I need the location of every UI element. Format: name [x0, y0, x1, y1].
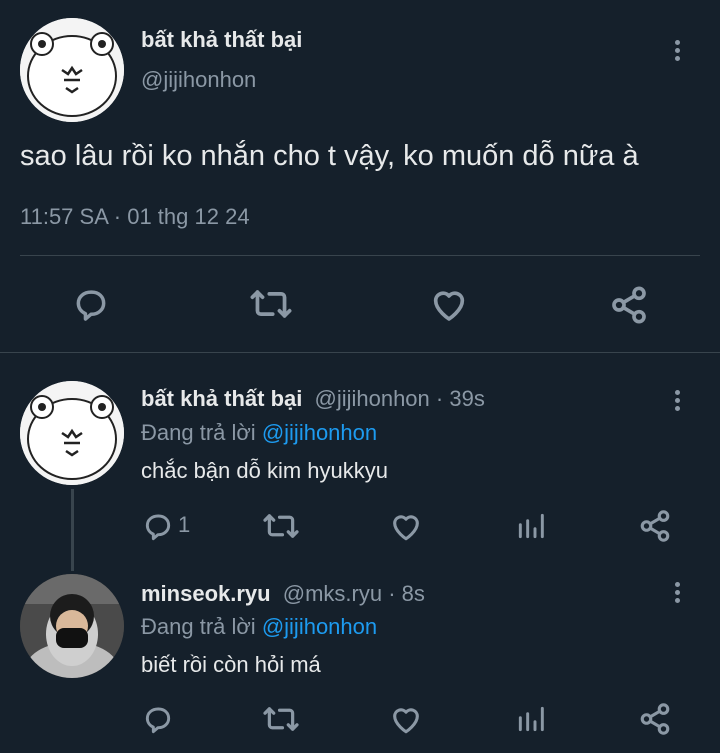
tweet-timestamp: 11:57 SA · 01 thg 12 24: [20, 204, 250, 229]
replying-to-link[interactable]: @jijihonhon: [262, 420, 377, 445]
section-divider: [0, 352, 720, 353]
display-name[interactable]: minseok.ryu: [141, 581, 271, 606]
avatar[interactable]: [20, 574, 124, 678]
tweet-text: sao lâu rồi ko nhắn cho t vậy, ko muốn d…: [20, 140, 639, 172]
avatar-photo-icon: [20, 574, 124, 678]
more-options-icon[interactable]: [675, 390, 681, 414]
handle[interactable]: @jijihonhon: [314, 386, 429, 411]
reply-text: biết rồi còn hỏi má: [141, 652, 321, 677]
replying-to-label: Đang trả lời: [141, 420, 256, 445]
display-name[interactable]: bất khả thất bại: [141, 386, 302, 411]
reply-icon[interactable]: [142, 703, 174, 735]
retweet-icon[interactable]: [249, 285, 293, 323]
like-icon[interactable]: [389, 703, 423, 735]
avatar-cartoon-icon: [20, 18, 124, 122]
retweet-icon[interactable]: [262, 703, 300, 735]
replying-to: Đang trả lời @jijihonhon: [141, 420, 377, 446]
replying-to-label: Đang trả lời: [141, 614, 256, 639]
avatar[interactable]: [20, 381, 124, 485]
replying-to: Đang trả lời @jijihonhon: [141, 614, 377, 640]
reply-header: minseok.ryu @mks.ryu · 8s: [141, 581, 425, 607]
time-ago: · 8s: [388, 581, 425, 606]
more-options-icon[interactable]: [675, 40, 681, 64]
reply-header: bất khả thất bại @jijihonhon · 39s: [141, 386, 485, 412]
handle[interactable]: @jijihonhon: [141, 67, 256, 93]
display-name[interactable]: bất khả thất bại: [141, 27, 302, 53]
analytics-icon[interactable]: [515, 510, 547, 542]
retweet-icon[interactable]: [262, 510, 300, 542]
reply-text: chắc bận dỗ kim hyukkyu: [141, 458, 389, 483]
avatar[interactable]: [20, 18, 124, 122]
like-icon[interactable]: [389, 510, 423, 542]
time-ago: · 39s: [435, 386, 485, 411]
more-options-icon[interactable]: [675, 582, 681, 606]
like-icon[interactable]: [429, 285, 469, 323]
share-icon[interactable]: [638, 509, 672, 543]
thread-line: [71, 489, 74, 571]
reply-icon[interactable]: [142, 510, 174, 542]
handle[interactable]: @mks.ryu: [283, 581, 382, 606]
share-icon[interactable]: [608, 285, 650, 325]
share-icon[interactable]: [638, 702, 672, 736]
reply-icon[interactable]: [72, 285, 110, 323]
divider: [20, 255, 700, 256]
replying-to-link[interactable]: @jijihonhon: [262, 614, 377, 639]
reply-count: 1: [178, 512, 191, 537]
analytics-icon[interactable]: [515, 703, 547, 735]
avatar-cartoon-icon: [20, 381, 124, 485]
